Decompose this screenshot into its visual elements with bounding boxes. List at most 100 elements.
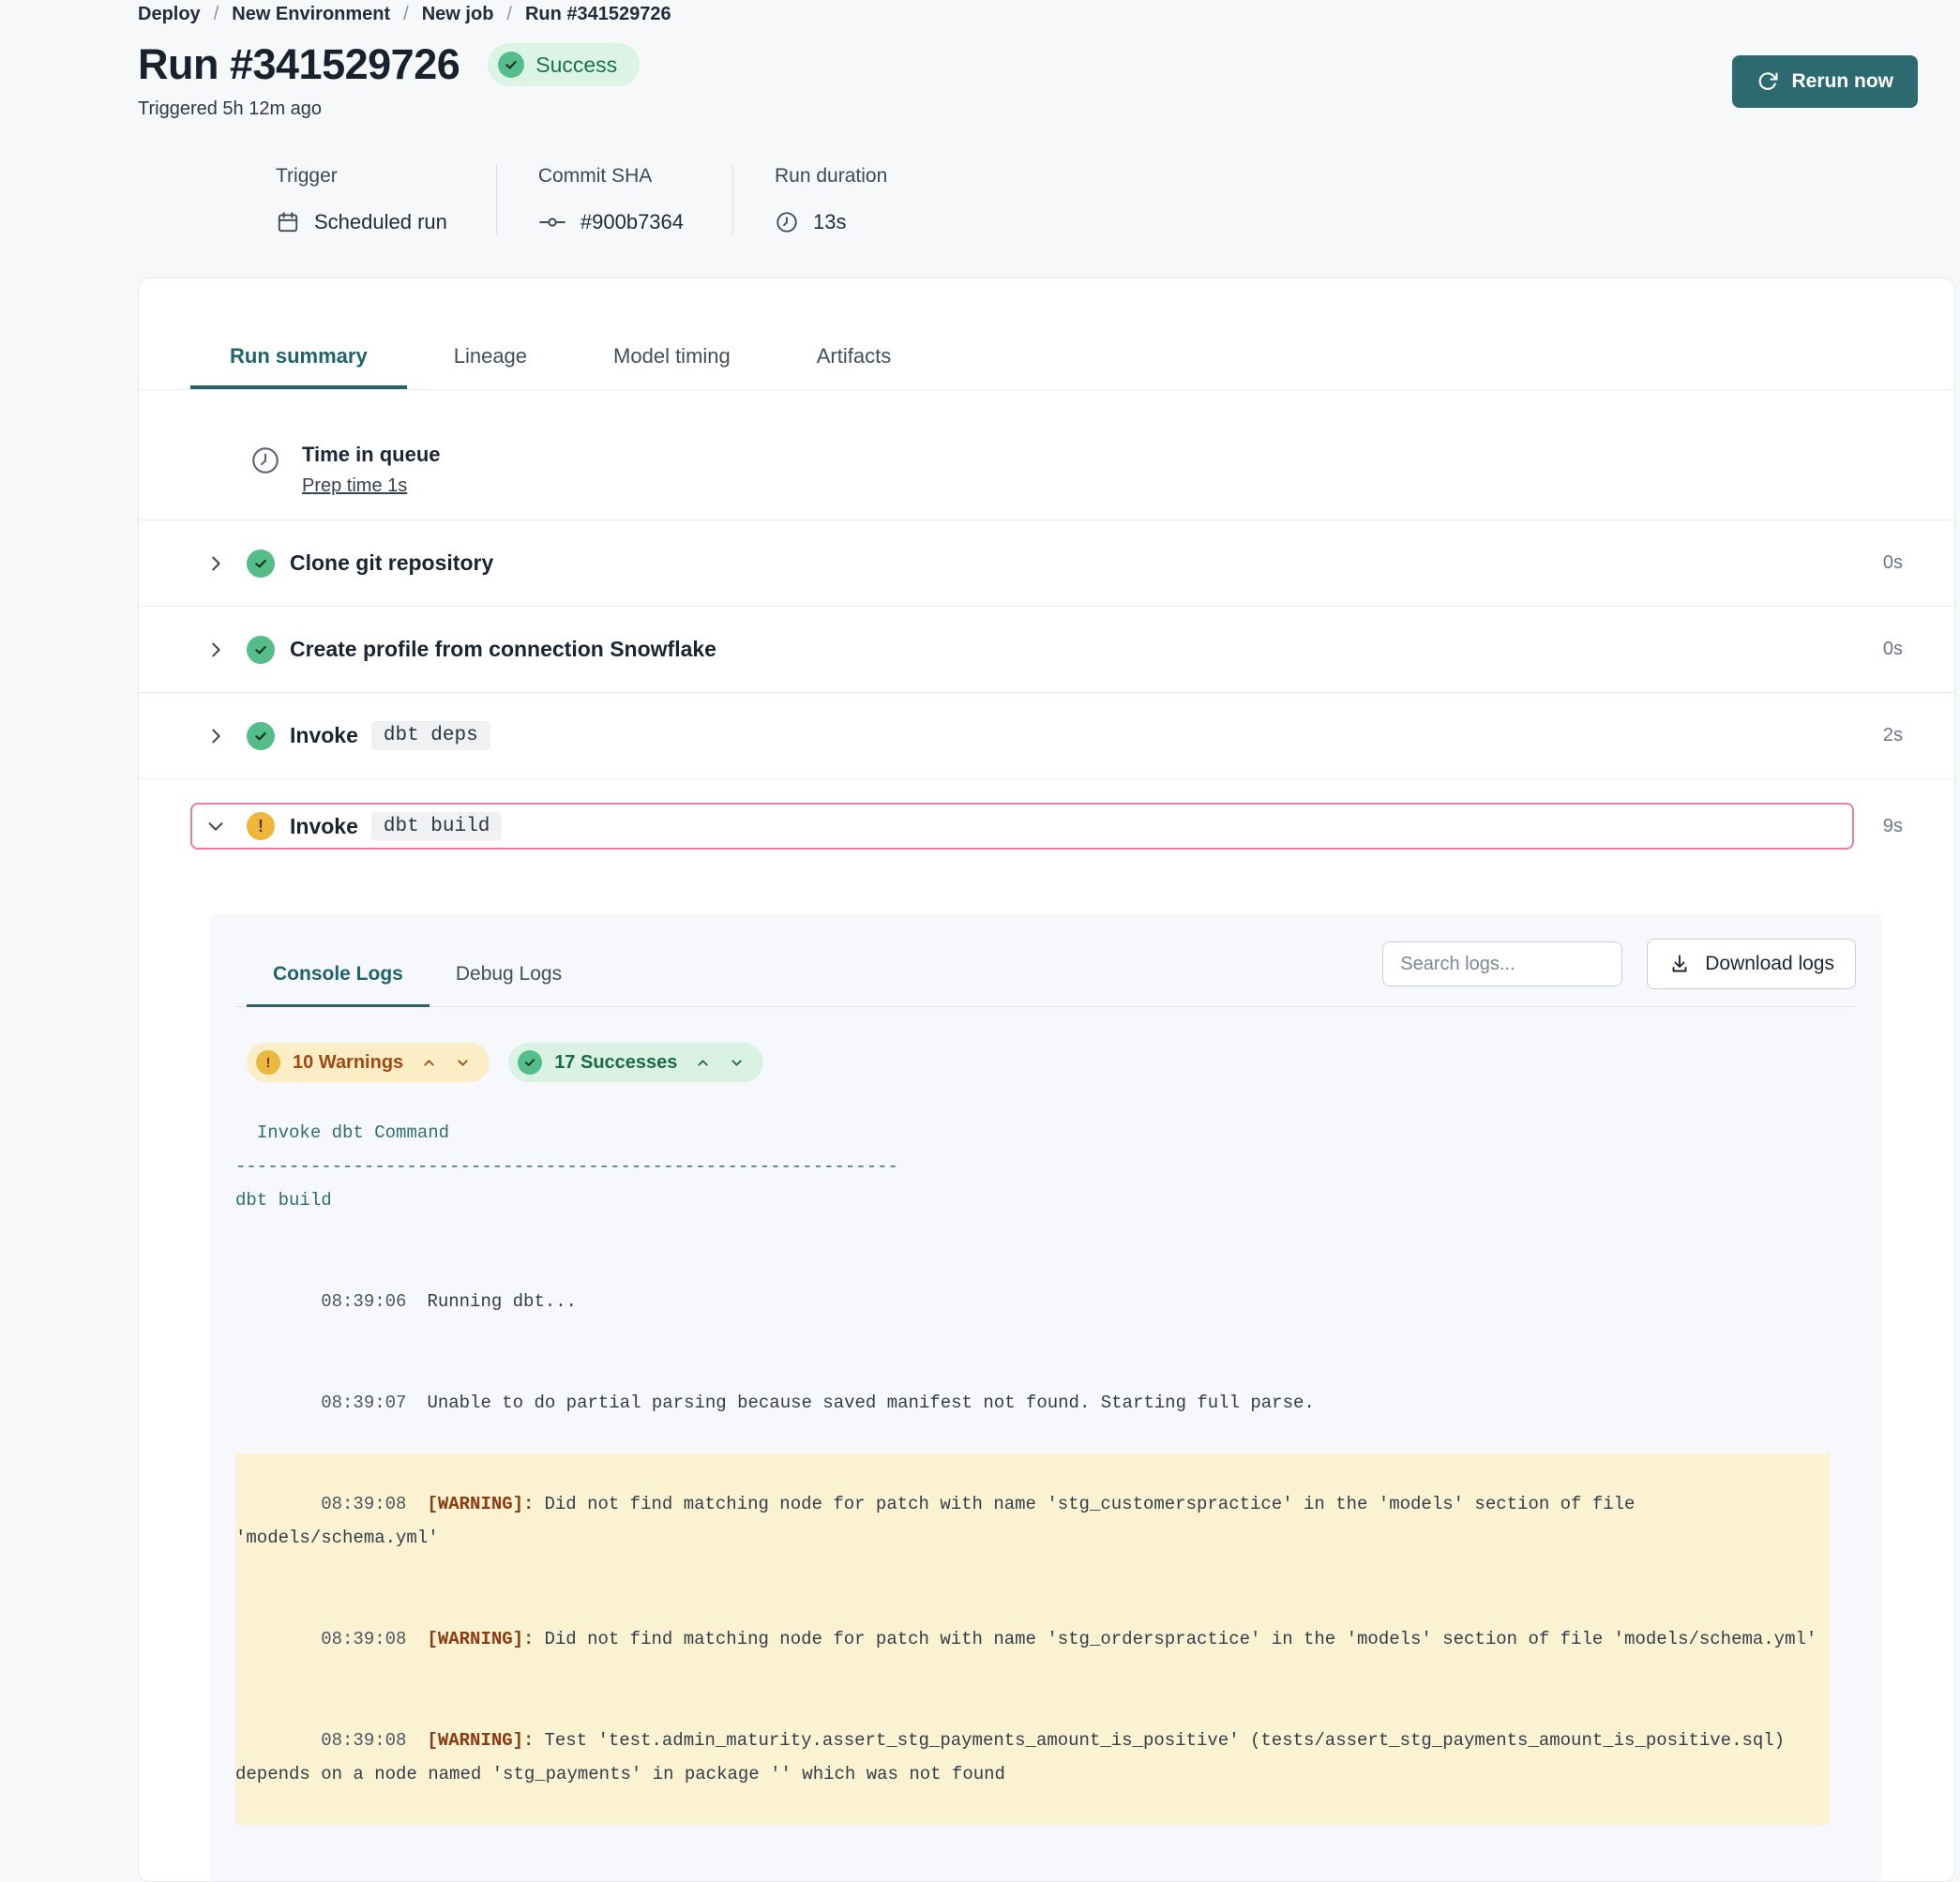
breadcrumb-job[interactable]: New job	[422, 4, 494, 25]
breadcrumb-deploy[interactable]: Deploy	[138, 4, 201, 25]
warning-tag: [WARNING]:	[427, 1494, 534, 1514]
meta-commit: Commit SHA #900b7364	[538, 165, 733, 234]
step-name: Clone git repository	[290, 550, 493, 576]
tab-model-timing[interactable]: Model timing	[574, 344, 770, 389]
step-name: Invoke	[290, 814, 358, 839]
step-command-chip: dbt deps	[371, 721, 490, 750]
chevron-right-icon[interactable]	[205, 640, 226, 660]
warnings-badge-label: 10 Warnings	[293, 1052, 403, 1074]
console-log-output: Invoke dbt Command ---------------------…	[235, 1116, 1830, 1825]
step-invoke-dbt-deps[interactable]: Invoke dbt deps 2s	[139, 693, 1954, 779]
warning-exclamation-icon: !	[256, 1050, 280, 1075]
rerun-icon	[1756, 70, 1779, 93]
log-command-line: dbt build	[235, 1183, 1830, 1217]
caret-up-icon[interactable]	[421, 1055, 437, 1071]
meta-trigger-label: Trigger	[276, 165, 447, 188]
success-check-icon	[518, 1050, 542, 1075]
log-timestamp: 08:39:07	[321, 1393, 406, 1413]
log-separator-line: ----------------------------------------…	[235, 1150, 1830, 1183]
log-warning-line: 08:39:08 [WARNING]: Did not find matching …	[235, 1588, 1830, 1690]
time-in-queue-section: Time in queue Prep time 1s	[139, 390, 1954, 520]
log-timestamp: 08:39:08	[321, 1629, 406, 1649]
queue-title: Time in queue	[302, 443, 441, 467]
meta-trigger: Trigger Scheduled run	[276, 165, 497, 234]
step-invoke-dbt-build[interactable]: ! Invoke dbt build 9s	[139, 779, 1954, 873]
page-title: Run #341529726	[138, 40, 460, 89]
step-invoke-dbt-build-box[interactable]: ! Invoke dbt build	[190, 803, 1854, 850]
log-message: Did not find matching node for patch wit…	[544, 1629, 1817, 1649]
download-logs-label: Download logs	[1705, 953, 1834, 975]
rerun-now-label: Rerun now	[1792, 70, 1894, 93]
warning-tag: [WARNING]:	[427, 1730, 534, 1751]
breadcrumb-separator: /	[506, 4, 512, 25]
meta-duration-label: Run duration	[775, 165, 887, 188]
chevron-right-icon[interactable]	[205, 553, 226, 574]
log-command-line: Invoke dbt Command	[235, 1116, 1830, 1150]
tab-console-logs[interactable]: Console Logs	[247, 950, 430, 1007]
prep-time-link[interactable]: Prep time 1s	[302, 475, 407, 497]
step-clone-git-repository[interactable]: Clone git repository 0s	[139, 520, 1954, 607]
run-tabs: Run summary Lineage Model timing Artifac…	[139, 279, 1954, 390]
search-logs-input[interactable]	[1382, 941, 1622, 986]
step-command-chip: dbt build	[371, 812, 502, 841]
chevron-down-icon[interactable]	[205, 816, 226, 836]
log-message: Running dbt...	[427, 1291, 577, 1312]
console-logs-panel: Console Logs Debug Logs Download logs ! …	[209, 914, 1882, 1881]
download-logs-button[interactable]: Download logs	[1647, 939, 1856, 989]
meta-commit-label: Commit SHA	[538, 165, 684, 188]
step-duration: 0s	[1883, 552, 1903, 574]
breadcrumb-separator: /	[403, 4, 409, 25]
status-badge: Success	[488, 43, 640, 86]
download-icon	[1668, 953, 1691, 975]
caret-up-icon[interactable]	[695, 1055, 711, 1071]
queue-clock-icon	[249, 444, 281, 497]
tab-artifacts[interactable]: Artifacts	[777, 344, 930, 389]
tab-run-summary[interactable]: Run summary	[190, 344, 407, 389]
breadcrumb-environment[interactable]: New Environment	[232, 4, 390, 25]
successes-badge-label: 17 Successes	[554, 1052, 677, 1074]
caret-down-icon[interactable]	[455, 1055, 471, 1071]
tab-lineage[interactable]: Lineage	[415, 344, 566, 389]
step-duration: 2s	[1883, 725, 1903, 746]
log-line: 08:39:07 Unable to do partial parsing bec…	[235, 1352, 1830, 1453]
caret-down-icon[interactable]	[729, 1055, 745, 1071]
meta-duration-value: 13s	[813, 210, 846, 234]
console-log-tabs: Console Logs Debug Logs	[247, 950, 588, 1006]
log-warning-line: 08:39:08[WARNING]:Test 'test.admin_matur…	[235, 1690, 1830, 1825]
successes-badge[interactable]: 17 Successes	[508, 1043, 763, 1082]
run-meta: Trigger Scheduled run Commit SHA #900b73…	[276, 165, 1918, 234]
step-create-profile[interactable]: Create profile from connection Snowflake…	[139, 607, 1954, 693]
step-name: Create profile from connection Snowflake	[290, 637, 716, 662]
meta-duration: Run duration 13s	[775, 165, 936, 234]
log-blank-line	[235, 1217, 1830, 1251]
warnings-badge[interactable]: ! 10 Warnings	[247, 1043, 490, 1082]
chevron-right-icon[interactable]	[205, 726, 226, 746]
success-check-icon	[247, 722, 275, 750]
calendar-icon	[276, 210, 300, 234]
meta-commit-value: #900b7364	[580, 210, 684, 234]
step-duration: 0s	[1883, 639, 1903, 660]
log-warning-line: 08:39:08[WARNING]:Did not find matching …	[235, 1453, 1830, 1588]
status-badge-label: Success	[535, 53, 617, 78]
rerun-now-button[interactable]: Rerun now	[1732, 55, 1919, 108]
warning-tag: [WARNING]:	[427, 1629, 534, 1649]
triggered-timestamp: Triggered 5h 12m ago	[138, 98, 640, 120]
warning-exclamation-icon: !	[247, 812, 275, 840]
log-timestamp: 08:39:06	[321, 1291, 406, 1312]
log-timestamp: 08:39:08	[321, 1494, 406, 1514]
step-duration: 9s	[1869, 816, 1903, 837]
commit-icon	[538, 212, 566, 233]
meta-trigger-value: Scheduled run	[314, 210, 447, 234]
tab-debug-logs[interactable]: Debug Logs	[430, 950, 588, 1007]
log-line: 08:39:06 Running dbt...	[235, 1251, 1830, 1352]
success-check-icon	[247, 550, 275, 578]
clock-icon	[775, 210, 799, 234]
success-check-icon	[498, 52, 524, 78]
log-message: Unable to do partial parsing because sav…	[427, 1393, 1314, 1413]
success-check-icon	[247, 636, 275, 664]
breadcrumb-run: Run #341529726	[525, 4, 671, 25]
step-name: Invoke	[290, 723, 358, 748]
page-header: Deploy / New Environment / New job / Run…	[0, 0, 1960, 234]
breadcrumb: Deploy / New Environment / New job / Run…	[138, 4, 1918, 25]
log-timestamp: 08:39:08	[321, 1730, 406, 1751]
